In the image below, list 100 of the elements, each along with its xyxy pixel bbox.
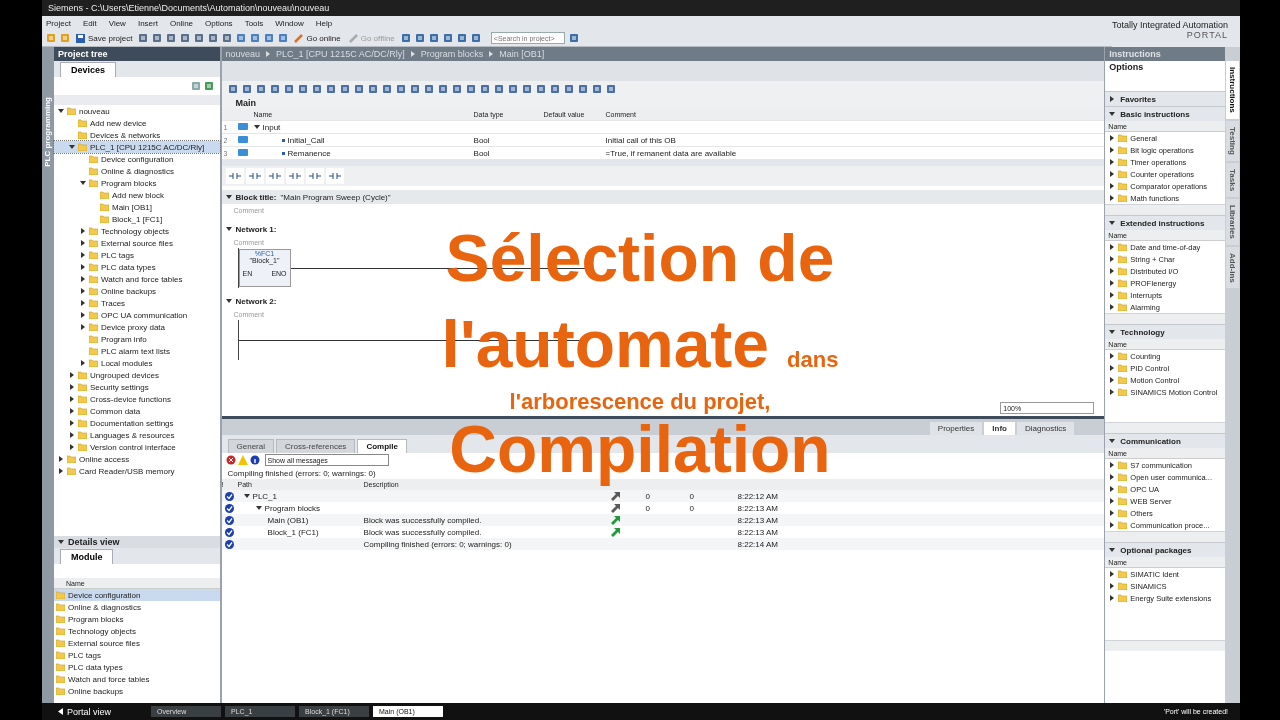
- caret-icon[interactable]: [1109, 547, 1116, 553]
- tool-icon[interactable]: [180, 33, 191, 43]
- tree-item[interactable]: Version control interface: [53, 441, 220, 453]
- list-item[interactable]: Online & diagnostics: [53, 601, 220, 613]
- info-filter-icon[interactable]: [249, 455, 260, 465]
- arrow-icon[interactable]: [610, 515, 621, 525]
- tool-icon[interactable]: [269, 84, 280, 94]
- tool-icon[interactable]: [203, 81, 214, 91]
- task-tab[interactable]: Add-ins: [1226, 246, 1239, 289]
- tree-item[interactable]: PLC_1 [CPU 1215C AC/DC/Rly]: [53, 141, 220, 153]
- caret-icon[interactable]: [225, 298, 232, 304]
- horizontal-scrollbar[interactable]: [1105, 313, 1226, 324]
- tree-item[interactable]: OPC UA communication: [53, 309, 220, 321]
- menu-item[interactable]: Tools: [244, 18, 264, 28]
- list-item[interactable]: External source files: [53, 637, 220, 649]
- caret-icon[interactable]: [255, 505, 262, 511]
- tool-icon[interactable]: [227, 84, 238, 94]
- tab[interactable]: Cross-references: [276, 439, 356, 453]
- tool-icon[interactable]: [250, 33, 261, 43]
- section-header[interactable]: Basic instructions: [1105, 106, 1226, 121]
- tool-icon[interactable]: [442, 33, 453, 43]
- caret-icon[interactable]: [1109, 438, 1116, 444]
- tree-item[interactable]: Device proxy data: [53, 321, 220, 333]
- tool-icon[interactable]: [241, 84, 252, 94]
- caret-icon[interactable]: [57, 456, 64, 462]
- caret-icon[interactable]: [1109, 111, 1116, 117]
- tree-item[interactable]: Technology objects: [53, 225, 220, 237]
- tree-item[interactable]: Program blocks: [53, 177, 220, 189]
- tool-icon[interactable]: [470, 33, 481, 43]
- tool-icon[interactable]: [549, 84, 560, 94]
- tool-icon[interactable]: [381, 84, 392, 94]
- tree-item[interactable]: Watch and force tables: [53, 273, 220, 285]
- tree-item[interactable]: Card Reader/USB memory: [53, 465, 220, 477]
- caret-icon[interactable]: [79, 264, 86, 270]
- task-tab[interactable]: Testing: [1226, 120, 1239, 161]
- tool-icon[interactable]: [152, 33, 163, 43]
- list-item[interactable]: Device configuration: [53, 589, 220, 601]
- menu-item[interactable]: Project: [46, 18, 71, 28]
- arrow-icon[interactable]: [610, 503, 621, 513]
- tree-item[interactable]: Local modules: [53, 357, 220, 369]
- tool-icon[interactable]: [568, 33, 579, 43]
- go-online-button[interactable]: Go online: [292, 33, 343, 43]
- tool-icon[interactable]: [507, 84, 518, 94]
- tree-item[interactable]: Add new device: [53, 117, 220, 129]
- menu-item[interactable]: Options: [205, 18, 233, 28]
- caret-icon[interactable]: [57, 539, 64, 545]
- menu-item[interactable]: Online: [169, 18, 194, 28]
- tab[interactable]: Devices: [59, 62, 116, 77]
- caret-icon[interactable]: [1109, 220, 1116, 226]
- tool-icon[interactable]: [297, 84, 308, 94]
- tree-item[interactable]: Languages & resources: [53, 429, 220, 441]
- caret-icon[interactable]: [225, 226, 232, 232]
- menu-item[interactable]: Help: [315, 18, 333, 28]
- tool-icon[interactable]: [264, 33, 275, 43]
- tool-icon[interactable]: [367, 84, 378, 94]
- caret-icon[interactable]: [68, 420, 75, 426]
- tree-item[interactable]: Devices & networks: [53, 129, 220, 141]
- caret-icon[interactable]: [1109, 329, 1116, 335]
- caret-icon[interactable]: [79, 300, 86, 306]
- list-item[interactable]: Program blocks: [53, 613, 220, 625]
- tree-item[interactable]: Online backups: [53, 285, 220, 297]
- inspector-tab[interactable]: Properties: [929, 422, 983, 435]
- list-item[interactable]: PLC data types: [53, 661, 220, 673]
- tree-item[interactable]: Ungrouped devices: [53, 369, 220, 381]
- tree-item[interactable]: Program info: [53, 333, 220, 345]
- tool-icon[interactable]: [437, 84, 448, 94]
- caret-icon[interactable]: [68, 372, 75, 378]
- tree-item[interactable]: Common data: [53, 405, 220, 417]
- tool-icon[interactable]: [222, 33, 233, 43]
- tool-icon[interactable]: [409, 84, 420, 94]
- tab[interactable]: Compile: [357, 439, 407, 453]
- tree-item[interactable]: Block_1 [FC1]: [53, 213, 220, 225]
- section-header[interactable]: Extended instructions: [1105, 215, 1226, 230]
- tree-item[interactable]: Main [OB1]: [53, 201, 220, 213]
- tool-icon[interactable]: [166, 33, 177, 43]
- tree-item[interactable]: Device configuration: [53, 153, 220, 165]
- list-item[interactable]: Watch and force tables: [53, 673, 220, 685]
- caret-icon[interactable]: [79, 228, 86, 234]
- tool-icon[interactable]: [563, 84, 574, 94]
- tool-icon[interactable]: [353, 84, 364, 94]
- task-tab[interactable]: Instructions: [1226, 61, 1239, 119]
- caret-icon[interactable]: [68, 408, 75, 414]
- caret-icon[interactable]: [68, 444, 75, 450]
- caret-icon[interactable]: [68, 396, 75, 402]
- tree-item[interactable]: Security settings: [53, 381, 220, 393]
- portal-view-button[interactable]: Portal view: [52, 705, 117, 718]
- tool-icon[interactable]: [605, 84, 616, 94]
- caret-icon[interactable]: [79, 288, 86, 294]
- section-header[interactable]: Communication: [1105, 433, 1226, 448]
- caret-icon[interactable]: [79, 180, 86, 186]
- error-filter-icon[interactable]: [225, 455, 236, 465]
- arrow-icon[interactable]: [610, 527, 621, 537]
- list-item[interactable]: Online backups: [53, 685, 220, 697]
- caret-icon[interactable]: [1109, 96, 1116, 102]
- tree-item[interactable]: PLC data types: [53, 261, 220, 273]
- caret-icon[interactable]: [68, 144, 75, 150]
- caret-icon[interactable]: [79, 324, 86, 330]
- section-header[interactable]: Favorites: [1105, 91, 1226, 106]
- tool-icon[interactable]: [339, 84, 350, 94]
- caret-icon[interactable]: [225, 194, 232, 200]
